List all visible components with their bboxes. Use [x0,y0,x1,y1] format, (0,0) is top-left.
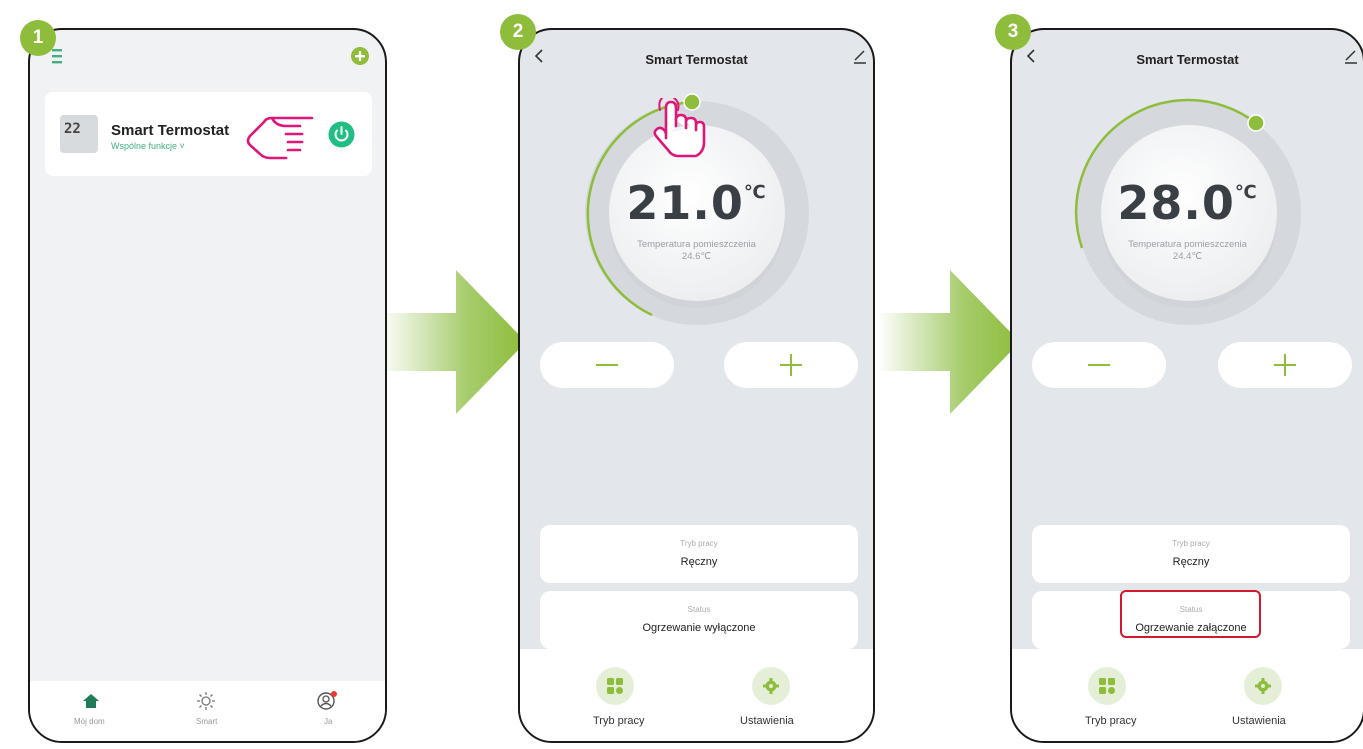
temperature-unit: ℃ [1234,182,1258,203]
page-title: Smart Termostat [645,52,748,67]
mode-value: Ręczny [1172,556,1210,568]
phone-screen-thermostat-off: Smart Termostat 21.0℃ Temperatura pomies… [518,28,875,743]
thumbnail-display: 22 [64,121,81,137]
phone-screen-home: 22 Smart Termostat Wspólne funkcje ˅ Mój… [28,28,387,743]
phone-screen-thermostat-on: Smart Termostat 28.0℃ Temperatura pomies… [1010,28,1363,743]
increase-button[interactable] [1218,342,1352,388]
menu-icon[interactable] [52,48,64,64]
tab-me[interactable]: Ja [324,717,332,726]
settings-nav-label[interactable]: Ustawienia [1232,715,1286,727]
set-temperature: 21.0℃ [520,176,873,230]
tab-smart[interactable]: Smart [196,717,217,726]
mode-card[interactable]: Tryb pracy Ręczny [1032,525,1350,583]
set-temperature-value: 28.0 [1117,176,1235,230]
status-label: Status [687,605,711,614]
bottom-nav: Tryb pracy Ustawienia [520,649,873,741]
next-arrow-icon [878,270,1020,414]
mode-nav-label[interactable]: Tryb pracy [593,715,645,727]
grid-icon [607,678,623,694]
room-temperature-label: Temperatura pomieszczenia [1128,239,1247,250]
power-button-icon[interactable] [328,121,355,148]
next-arrow-icon [380,270,526,414]
settings-button[interactable] [752,667,790,705]
common-functions-link[interactable]: Wspólne funkcje ˅ [111,141,185,151]
mode-button[interactable] [596,667,634,705]
mode-nav-label[interactable]: Tryb pracy [1085,715,1137,727]
step-badge-2: 2 [500,14,536,50]
gear-icon [763,678,779,694]
minus-icon [596,364,618,366]
status-highlight-box [1120,590,1261,638]
increase-button[interactable] [724,342,858,388]
step-badge-3: 3 [995,14,1031,50]
status-card: Status Ogrzewanie wyłączone [540,591,858,649]
room-temperature-value: 24.4℃ [1172,251,1203,262]
grid-icon [1099,678,1115,694]
thermostat-thumbnail: 22 [60,115,98,153]
status-value: Ogrzewanie wyłączone [642,622,756,634]
home-icon[interactable] [82,693,100,709]
room-temperature-label: Temperatura pomieszczenia [637,239,756,250]
smart-sun-icon[interactable] [196,691,216,711]
step-badge-1: 1 [20,20,56,56]
temperature-unit: ℃ [743,182,767,203]
device-name: Smart Termostat [111,122,230,139]
mode-button[interactable] [1088,667,1126,705]
edit-icon[interactable] [1344,48,1358,64]
decrease-button[interactable] [540,342,674,388]
set-temperature: 28.0℃ [1012,176,1363,230]
tab-my-home[interactable]: Mój dom [74,717,105,726]
mode-label: Tryb pracy [1172,539,1210,548]
settings-nav-label[interactable]: Ustawienia [740,715,794,727]
plus-icon-vertical [790,354,792,376]
minus-icon [1088,364,1110,366]
profile-icon[interactable] [316,690,338,712]
mode-value: Ręczny [680,556,718,568]
mode-label: Tryb pracy [680,539,718,548]
settings-button[interactable] [1244,667,1282,705]
page-title: Smart Termostat [1136,52,1239,67]
bottom-tab-bar: Mój dom Smart Ja [30,681,385,741]
add-device-icon[interactable] [350,46,370,66]
set-temperature-value: 21.0 [626,176,744,230]
tap-hand-icon [653,98,706,158]
room-temperature-value: 24.6℃ [681,251,712,262]
tap-hand-icon [246,116,314,160]
plus-icon-vertical [1284,354,1286,376]
edit-icon[interactable] [853,48,867,64]
decrease-button[interactable] [1032,342,1166,388]
gear-icon [1255,678,1271,694]
bottom-nav: Tryb pracy Ustawienia [1012,649,1363,741]
mode-card[interactable]: Tryb pracy Ręczny [540,525,858,583]
